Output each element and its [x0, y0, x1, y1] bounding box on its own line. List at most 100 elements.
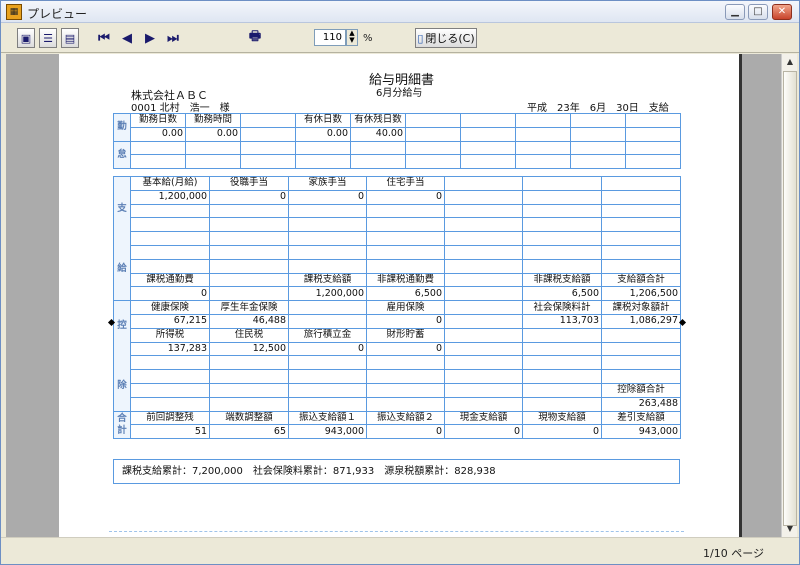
attendance-header	[515, 113, 571, 128]
scroll-up-icon[interactable]: ▲	[782, 54, 798, 70]
totals-side: 合計	[113, 410, 131, 440]
attendance-header: 有休日数	[295, 113, 351, 128]
deduction-value	[444, 341, 523, 357]
empty-cell	[444, 396, 523, 412]
totals-header: 現物支給額	[522, 410, 602, 426]
empty-cell	[601, 217, 681, 233]
close-preview-button[interactable]: ▯ 閉じる(C)	[415, 28, 477, 48]
empty-cell	[625, 140, 681, 156]
empty-cell	[444, 369, 523, 384]
payment-value	[522, 189, 602, 205]
print-button[interactable]: 🖶	[244, 28, 266, 48]
preview-window: ▦ プレビュー ▁ □ ✕ ▣ ☰ ▤ ⏮ ◀ ▶ ⏭ 🖶 110 ▲ ▼ % ▯…	[0, 0, 800, 565]
deduction-side: 控除	[113, 300, 131, 412]
empty-cell	[288, 369, 367, 384]
deduction-header	[444, 300, 523, 315]
deduction-header: 厚生年金保険	[209, 300, 289, 315]
empty-cell	[601, 244, 681, 260]
deduction-header	[288, 300, 367, 315]
deduction-value	[288, 313, 367, 329]
deduction-value: 0	[366, 341, 445, 357]
table-row: 263,488	[114, 396, 681, 412]
deduction-header: 雇用保険	[366, 300, 445, 315]
deduction-header: 所得税	[130, 327, 210, 343]
empty-cell	[130, 203, 210, 219]
maximize-button[interactable]: □	[748, 4, 768, 20]
payslip-page: 給与明細書 6月分給与 株式会社ＡＢＣ 0001 北村 浩一 様 平成 23年 …	[59, 54, 742, 537]
title-bar[interactable]: ▦ プレビュー ▁ □ ✕	[1, 1, 799, 23]
single-page-view-button[interactable]: ▣	[17, 28, 35, 48]
empty-cell	[288, 231, 367, 246]
payroll-table: 支給 基本給(月給) 役職手当 家族手当 住宅手当 1,200,000 0 0 …	[113, 175, 681, 440]
list-view-button[interactable]: ☰	[39, 28, 57, 48]
table-row: 所得税 住民税 旅行積立金 財形貯蓄	[114, 327, 681, 343]
payment-value: 1,200,000	[130, 189, 210, 205]
scroll-thumb[interactable]	[783, 71, 797, 526]
empty-cell	[522, 396, 602, 412]
totals-header: 振込支給額１	[288, 410, 367, 426]
vertical-scrollbar[interactable]: ▲ ▼	[781, 54, 797, 537]
page-indicator: 1/10 ページ	[703, 547, 764, 560]
empty-cell	[130, 217, 210, 233]
toolbar: ▣ ☰ ▤ ⏮ ◀ ▶ ⏭ 🖶 110 ▲ ▼ % ▯ 閉じる(C)	[1, 23, 799, 53]
deduction-header: 旅行積立金	[288, 327, 367, 343]
table-row: 課税通勤費 課税支給額 非課税通勤費 非課税支給額 支給額合計	[114, 272, 681, 288]
payment-header	[209, 272, 289, 288]
payment-header: 住宅手当	[366, 176, 445, 191]
empty-cell	[625, 154, 681, 170]
empty-cell	[405, 154, 461, 170]
empty-cell	[209, 217, 289, 233]
minimize-button[interactable]: ▁	[725, 4, 745, 20]
preview-viewport[interactable]: 給与明細書 6月分給与 株式会社ＡＢＣ 0001 北村 浩一 様 平成 23年 …	[6, 54, 781, 537]
document-icon: ▤	[64, 31, 76, 45]
empty-cell	[130, 369, 210, 384]
first-page-button[interactable]: ⏮	[95, 28, 113, 48]
payment-value: 0	[130, 286, 210, 302]
empty-cell	[522, 369, 602, 384]
empty-cell	[522, 258, 602, 274]
payment-side: 支給	[113, 175, 131, 302]
payment-header: 役職手当	[209, 176, 289, 191]
empty-cell	[522, 203, 602, 219]
totals-value: 0	[444, 424, 523, 440]
empty-cell	[601, 203, 681, 219]
totals-value: 943,000	[288, 424, 367, 440]
zoom-input[interactable]: 110	[314, 29, 346, 46]
payment-value: 1,206,500	[601, 286, 681, 302]
totals-header: 差引支給額	[601, 410, 681, 426]
close-window-button[interactable]: ✕	[772, 4, 792, 20]
payment-header: 支給額合計	[601, 272, 681, 288]
table-row: 控除額合計	[114, 382, 681, 398]
deduction-value: 113,703	[522, 313, 602, 329]
zoom-spinner[interactable]: ▲ ▼	[346, 29, 358, 46]
employee-line: 0001 北村 浩一 様	[131, 103, 230, 114]
empty-cell	[130, 396, 210, 412]
deduction-value	[444, 313, 523, 329]
totals-value: 51	[130, 424, 210, 440]
list-icon: ☰	[43, 31, 53, 45]
doc-subtitle: 6月分給与	[376, 88, 423, 99]
empty-cell	[366, 258, 445, 274]
deduction-value: 46,488	[209, 313, 289, 329]
prev-page-button[interactable]: ◀	[118, 28, 136, 48]
page-setup-button[interactable]: ▤	[61, 28, 79, 48]
next-page-button[interactable]: ▶	[141, 28, 159, 48]
payment-header: 非課税通勤費	[366, 272, 445, 288]
scroll-down-icon[interactable]: ▼	[782, 521, 798, 537]
last-page-button[interactable]: ⏭	[164, 28, 182, 48]
payment-value: 0	[209, 189, 289, 205]
empty-cell	[522, 217, 602, 233]
deduction-value	[601, 341, 681, 357]
table-row: 合計 前回調整残 端数調整額 振込支給額１ 振込支給額２ 現金支給額 現物支給額…	[113, 410, 681, 440]
totals-side-1: 合	[117, 412, 127, 424]
table-row	[114, 258, 681, 274]
empty-cell	[366, 396, 445, 412]
empty-cell	[209, 258, 289, 274]
page-break-line	[109, 531, 684, 532]
empty-cell	[350, 140, 406, 156]
empty-cell	[366, 382, 445, 398]
empty-cell	[130, 258, 210, 274]
maximize-icon: □	[753, 6, 763, 17]
empty-cell	[130, 154, 186, 170]
attendance-value: 0.00	[130, 126, 186, 142]
